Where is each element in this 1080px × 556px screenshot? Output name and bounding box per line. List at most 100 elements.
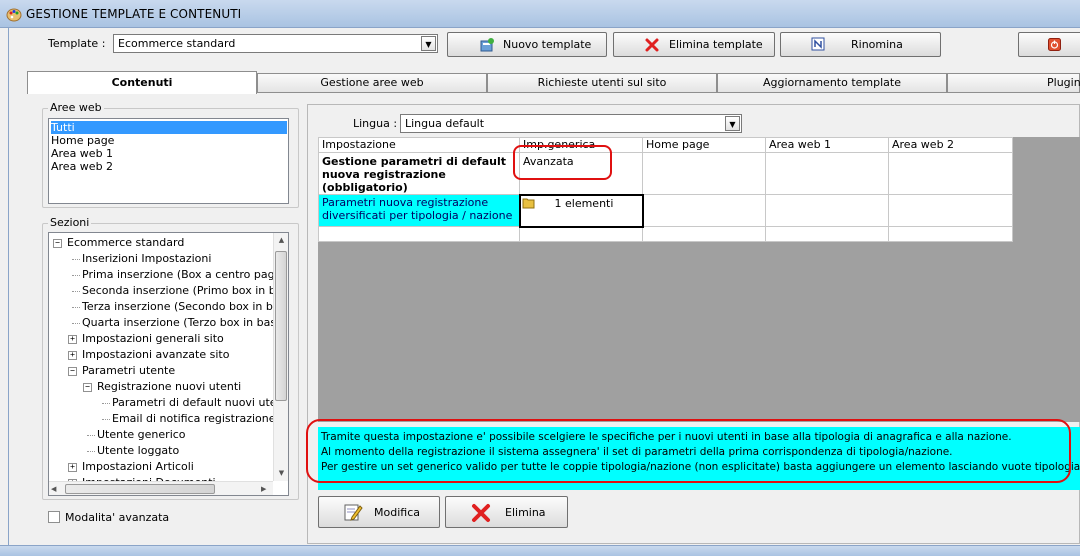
exit-button[interactable]	[1018, 32, 1080, 57]
lingua-label: Lingua :	[353, 117, 398, 130]
setting-elements-cell[interactable]: 1 elementi	[518, 193, 644, 228]
modify-button[interactable]: Modifica	[318, 496, 440, 528]
aree-web-list[interactable]: Tutti Home page Area web 1 Area web 2	[48, 118, 289, 204]
lingua-select[interactable]: Lingua default ▼	[400, 114, 742, 133]
rename-label: Rinomina	[851, 38, 903, 51]
list-item[interactable]: Home page	[51, 134, 114, 147]
grid-cell[interactable]	[318, 226, 520, 242]
highlight-annotation	[513, 145, 612, 180]
grid-cell[interactable]	[888, 152, 1013, 195]
h-scroll-thumb[interactable]	[65, 484, 215, 494]
delete-template-button[interactable]: Elimina template	[613, 32, 775, 57]
tab-aggiornamento-template[interactable]: Aggiornamento template	[717, 73, 947, 92]
tree-item[interactable]: Registrazione nuovi utenti	[97, 379, 241, 395]
title-bar: GESTIONE TEMPLATE E CONTENUTI	[0, 0, 1080, 28]
rename-icon	[811, 37, 825, 51]
tree-item[interactable]: Ecommerce standard	[67, 235, 184, 251]
tree-connector	[102, 419, 110, 420]
new-template-button[interactable]: Nuovo template	[447, 32, 607, 57]
tree-item[interactable]: Parametri di default nuovi utenti	[112, 395, 273, 411]
scroll-down-icon[interactable]: ▼	[274, 466, 288, 481]
window-bottom-frame	[0, 545, 1080, 556]
tree-connector	[72, 291, 80, 292]
list-item[interactable]: Area web 1	[51, 147, 113, 160]
red-x-icon	[645, 38, 659, 52]
tree-expander-icon[interactable]: −	[53, 239, 62, 248]
tree-item[interactable]: Impostazioni Articoli	[82, 459, 194, 475]
advanced-mode-checkbox[interactable]	[48, 511, 60, 523]
new-template-label: Nuovo template	[503, 38, 592, 51]
template-select-value: Ecommerce standard	[118, 37, 236, 50]
advanced-mode-label: Modalita' avanzata	[65, 511, 170, 524]
grid-cell[interactable]	[765, 152, 889, 195]
settings-grid: Impostazione Imp.generica Home page Area…	[318, 137, 1013, 242]
tree-connector	[72, 275, 80, 276]
setting-name-cell-selected: Parametri nuova registrazione diversific…	[318, 194, 520, 227]
tree-item[interactable]: Utente loggato	[97, 443, 179, 459]
lingua-select-value: Lingua default	[405, 117, 485, 130]
column-header[interactable]: Area web 2	[888, 137, 1013, 153]
elements-count: 1 elementi	[554, 196, 614, 210]
tree-expander-icon[interactable]: +	[68, 463, 77, 472]
column-header[interactable]: Home page	[642, 137, 766, 153]
folder-icon	[522, 198, 534, 208]
tab-gestione-aree-web[interactable]: Gestione aree web	[257, 73, 487, 92]
red-x-icon	[472, 504, 490, 522]
tree-connector	[87, 435, 95, 436]
grid-cell[interactable]	[519, 226, 643, 242]
tree-item[interactable]: Terza inserzione (Secondo box in basso)	[82, 299, 273, 315]
tree-horizontal-scrollbar[interactable]: ◀ ▶	[49, 481, 273, 495]
tree-connector	[72, 259, 80, 260]
chevron-down-icon[interactable]: ▼	[725, 116, 740, 131]
tree-connector	[102, 403, 110, 404]
grid-area: Impostazione Imp.generica Home page Area…	[318, 137, 1080, 422]
scroll-thumb[interactable]	[275, 251, 287, 401]
grid-cell[interactable]	[765, 194, 889, 227]
tree-item[interactable]: Quarta inserzione (Terzo box in basso)	[82, 315, 273, 331]
tree-expander-icon[interactable]: +	[68, 351, 77, 360]
modify-label: Modifica	[374, 505, 420, 519]
tree-item[interactable]: Impostazioni avanzate sito	[82, 347, 229, 363]
column-header[interactable]: Impostazione	[318, 137, 520, 153]
tree-item[interactable]: Parametri utente	[82, 363, 175, 379]
rename-button[interactable]: Rinomina	[780, 32, 941, 57]
tree-item[interactable]: Utente generico	[97, 427, 186, 443]
tree-connector	[87, 451, 95, 452]
delete-button[interactable]: Elimina	[445, 496, 568, 528]
tab-contenuti[interactable]: Contenuti	[27, 71, 257, 94]
grid-cell[interactable]	[888, 194, 1013, 227]
tree-viewport: − Ecommerce standard Inserizioni Impostazi…	[49, 233, 273, 481]
column-header[interactable]: Area web 1	[765, 137, 889, 153]
power-icon	[1048, 38, 1061, 51]
grid-cell[interactable]	[642, 226, 766, 242]
tab-plugins[interactable]: Plugins	[947, 73, 1080, 92]
list-item[interactable]: Tutti	[51, 121, 287, 134]
chevron-down-icon[interactable]: ▼	[421, 36, 436, 51]
aree-web-legend: Aree web	[48, 101, 104, 114]
grid-cell[interactable]	[642, 194, 766, 227]
tree-expander-icon[interactable]: −	[68, 367, 77, 376]
delete-template-label: Elimina template	[669, 38, 763, 51]
scroll-up-icon[interactable]: ▲	[274, 233, 288, 248]
tree-expander-icon[interactable]: +	[68, 335, 77, 344]
tab-richieste-utenti[interactable]: Richieste utenti sul sito	[487, 73, 717, 92]
list-item[interactable]: Area web 2	[51, 160, 113, 173]
tree-vertical-scrollbar[interactable]: ▲ ▼	[273, 233, 288, 481]
tree-item[interactable]: Prima inserzione (Box a centro pagina)	[82, 267, 273, 283]
scroll-right-icon[interactable]: ▶	[261, 483, 266, 495]
sezioni-legend: Sezioni	[48, 216, 92, 229]
tree-connector	[72, 323, 80, 324]
template-select[interactable]: Ecommerce standard ▼	[113, 34, 438, 53]
tree-item[interactable]: Inserizioni Impostazioni	[82, 251, 211, 267]
scroll-left-icon[interactable]: ◀	[51, 483, 56, 495]
tree-item[interactable]: Seconda inserzione (Primo box in basso)	[82, 283, 273, 299]
tree-item[interactable]: Impostazioni generali sito	[82, 331, 224, 347]
grid-cell[interactable]	[642, 152, 766, 195]
info-highlight-annotation	[306, 419, 1071, 483]
tree-expander-icon[interactable]: −	[83, 383, 92, 392]
tree-item[interactable]: Email di notifica registrazione utente	[112, 411, 273, 427]
sezioni-tree[interactable]: − Ecommerce standard Inserizioni Impostazi…	[48, 232, 289, 496]
setting-name-cell: Gestione parametri di default nuova regi…	[318, 152, 520, 195]
grid-cell[interactable]	[765, 226, 889, 242]
grid-cell[interactable]	[888, 226, 1013, 242]
